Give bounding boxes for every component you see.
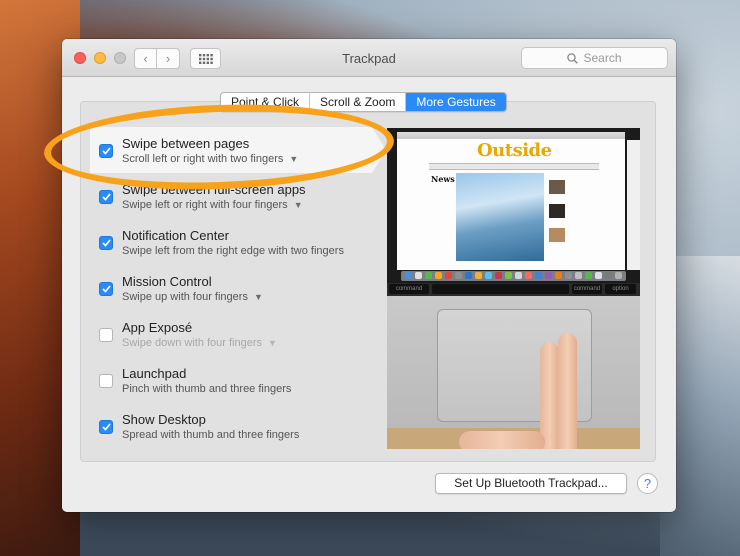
preview-browser-toolbar — [397, 132, 625, 139]
dock-icon — [595, 272, 602, 279]
dock-icon — [455, 272, 462, 279]
gesture-item-notification-center[interactable]: Notification Center Swipe left from the … — [90, 219, 372, 265]
dock-icon — [585, 272, 592, 279]
dock-icon — [565, 272, 572, 279]
preview-site-nav — [429, 163, 599, 170]
dock-icon — [495, 272, 502, 279]
gesture-item-mission-control[interactable]: Mission Control Swipe up with four finge… — [90, 265, 372, 311]
preview-site-logo: Outside — [477, 140, 552, 161]
gesture-item-launchpad[interactable]: Launchpad Pinch with thumb and three fin… — [90, 357, 372, 403]
checkmark-icon — [101, 423, 111, 431]
dock-icon — [575, 272, 582, 279]
checkmark-icon — [101, 193, 111, 201]
launchpad-checkbox[interactable] — [99, 374, 113, 388]
gesture-option-dropdown: Swipe down with four fingers ▼ — [122, 337, 277, 349]
dock-icon — [465, 272, 472, 279]
gesture-description: Spread with thumb and three fingers — [122, 429, 300, 441]
dock-icon — [485, 272, 492, 279]
gesture-description: Pinch with thumb and three fingers — [122, 383, 292, 395]
preview-laptop-screen: Outside News — [387, 128, 640, 283]
preview-finger — [540, 342, 559, 449]
title-bar: ‹ › Trackpad Search — [62, 39, 676, 77]
key-option: option — [605, 284, 636, 294]
search-field[interactable]: Search — [521, 47, 668, 69]
dock-icon — [445, 272, 452, 279]
preview-dock — [401, 271, 626, 281]
dock-icon — [615, 272, 622, 279]
preview-next-page — [627, 140, 640, 270]
search-placeholder: Search — [583, 51, 622, 65]
dock-icon — [515, 272, 522, 279]
checkmark-icon — [101, 285, 111, 293]
app-expose-checkbox[interactable] — [99, 328, 113, 342]
preview-thumbnail — [549, 228, 565, 242]
show-desktop-checkbox[interactable] — [99, 420, 113, 434]
preview-thumbnail — [549, 180, 565, 194]
gesture-title: Notification Center — [122, 228, 229, 243]
dock-icon — [475, 272, 482, 279]
dock-icon — [435, 272, 442, 279]
preview-hand — [459, 431, 545, 449]
notification-center-checkbox[interactable] — [99, 236, 113, 250]
gesture-option-value: Swipe down with four fingers — [122, 337, 263, 349]
dock-icon — [405, 272, 412, 279]
gesture-description: Swipe left from the right edge with two … — [122, 245, 344, 257]
preview-hero-photo — [456, 173, 544, 261]
set-up-bluetooth-trackpad-button[interactable]: Set Up Bluetooth Trackpad... — [435, 473, 627, 494]
preview-browser-window: Outside News — [397, 132, 625, 270]
tab-more-gestures[interactable]: More Gestures — [406, 93, 506, 111]
dock-icon — [555, 272, 562, 279]
dock-icon — [525, 272, 532, 279]
key-command-left: command — [389, 284, 429, 294]
swipe-between-apps-checkbox[interactable] — [99, 190, 113, 204]
key-spacebar — [432, 284, 569, 294]
preview-finger — [558, 333, 577, 449]
chevron-down-icon: ▼ — [253, 292, 263, 302]
dock-icon — [505, 272, 512, 279]
preview-news-label: News — [431, 174, 455, 184]
key-command-right: command — [572, 284, 602, 294]
gesture-option-value: Swipe up with four fingers — [122, 291, 248, 303]
preview-keyboard-row: command command option — [387, 283, 640, 296]
mission-control-checkbox[interactable] — [99, 282, 113, 296]
checkmark-icon — [101, 239, 111, 247]
gesture-title: App Exposé — [122, 320, 193, 335]
preview-thumbnail — [549, 204, 565, 218]
gesture-item-app-expose[interactable]: App Exposé Swipe down with four fingers ▼ — [90, 311, 372, 357]
dock-icon — [535, 272, 542, 279]
chevron-down-icon: ▼ — [268, 338, 277, 348]
dock-icon — [605, 272, 612, 279]
gesture-preview-video: Outside News command command option — [387, 128, 640, 449]
dock-icon — [425, 272, 432, 279]
gesture-option-value: Swipe left or right with four fingers — [122, 199, 288, 211]
dock-icon — [415, 272, 422, 279]
chevron-down-icon: ▼ — [293, 200, 303, 210]
dock-icon — [545, 272, 552, 279]
gesture-item-show-desktop[interactable]: Show Desktop Spread with thumb and three… — [90, 403, 372, 449]
gesture-title: Mission Control — [122, 274, 212, 289]
gesture-option-dropdown[interactable]: Swipe left or right with four fingers ▼ — [122, 199, 303, 211]
gesture-title: Launchpad — [122, 366, 187, 381]
help-button[interactable]: ? — [637, 473, 658, 494]
tab-scroll-and-zoom[interactable]: Scroll & Zoom — [310, 93, 407, 111]
search-icon — [567, 52, 579, 64]
gesture-title: Show Desktop — [122, 412, 206, 427]
gesture-option-dropdown[interactable]: Swipe up with four fingers ▼ — [122, 291, 263, 303]
